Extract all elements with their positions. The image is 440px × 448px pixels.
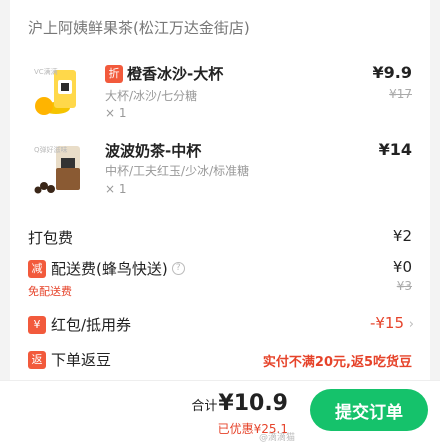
product-image-boba-tea: Q弹好滋味 bbox=[32, 138, 92, 198]
coupon-amount: -¥15 bbox=[369, 314, 405, 332]
packing-fee-value: ¥2 bbox=[392, 227, 412, 245]
delivery-fee-label: 配送费(蜂鸟快送) bbox=[51, 260, 168, 278]
item-qty: × 1 bbox=[105, 106, 127, 120]
beans-value: 实付不满20元,返5吃货豆 bbox=[262, 355, 412, 370]
item-price: ¥14 bbox=[378, 140, 412, 159]
return-icon: 返 bbox=[28, 350, 46, 369]
item-img-label: Q弹好滋味 bbox=[34, 145, 68, 154]
item-title: 折 橙香冰沙-大杯 bbox=[105, 63, 223, 84]
reduce-icon: 减 bbox=[28, 259, 46, 278]
item-title: 波波奶茶-中杯 bbox=[105, 142, 202, 160]
coupon-value[interactable]: -¥15 › bbox=[370, 314, 414, 332]
item-price: ¥9.9 bbox=[372, 63, 412, 82]
chevron-right-icon: › bbox=[408, 317, 414, 332]
checkout-bar: 合计 ¥10.9 已优惠¥25.1 提交订单 bbox=[0, 380, 440, 448]
watermark: @滴滴猫 bbox=[258, 433, 295, 443]
item-qty: × 1 bbox=[105, 182, 127, 196]
item-img-label: VC满满 bbox=[34, 67, 58, 76]
beans-row: 返 下单返豆 bbox=[28, 349, 111, 370]
delivery-fee-value: ¥0 bbox=[392, 258, 412, 276]
delivery-fee-row: 减 配送费(蜂鸟快送) ? bbox=[28, 258, 185, 279]
item-spec: 中杯/工夫红玉/少冰/标准糖 bbox=[105, 164, 250, 178]
total-label: 合计 bbox=[191, 399, 218, 414]
delivery-fee-original: ¥3 bbox=[396, 279, 412, 293]
packing-fee-label: 打包费 bbox=[28, 229, 74, 247]
coupon-row[interactable]: ¥ 红包/抵用券 bbox=[28, 314, 131, 335]
item-name: 橙香冰沙-大杯 bbox=[127, 65, 224, 83]
order-card: 沪上阿姨鲜果茶(松江万达金街店) VC满满 折 橙香冰沙-大杯 大杯/冰沙/七分… bbox=[10, 0, 430, 395]
submit-order-button[interactable]: 提交订单 bbox=[310, 389, 428, 431]
free-delivery-note: 免配送费 bbox=[28, 285, 72, 298]
beans-label: 下单返豆 bbox=[51, 351, 112, 369]
item-original-price: ¥17 bbox=[389, 87, 412, 101]
coupon-icon: ¥ bbox=[28, 315, 46, 334]
shop-name[interactable]: 沪上阿姨鲜果茶(松江万达金街店) bbox=[28, 17, 250, 38]
item-spec: 大杯/冰沙/七分糖 bbox=[105, 89, 198, 103]
discount-tag-icon: 折 bbox=[105, 64, 123, 83]
total-amount: ¥10.9 bbox=[218, 391, 288, 416]
coupon-label: 红包/抵用券 bbox=[51, 316, 132, 334]
info-icon[interactable]: ? bbox=[171, 262, 185, 275]
total: 合计 ¥10.9 bbox=[191, 391, 288, 416]
product-image-orange-smoothie: VC满满 bbox=[32, 58, 92, 118]
